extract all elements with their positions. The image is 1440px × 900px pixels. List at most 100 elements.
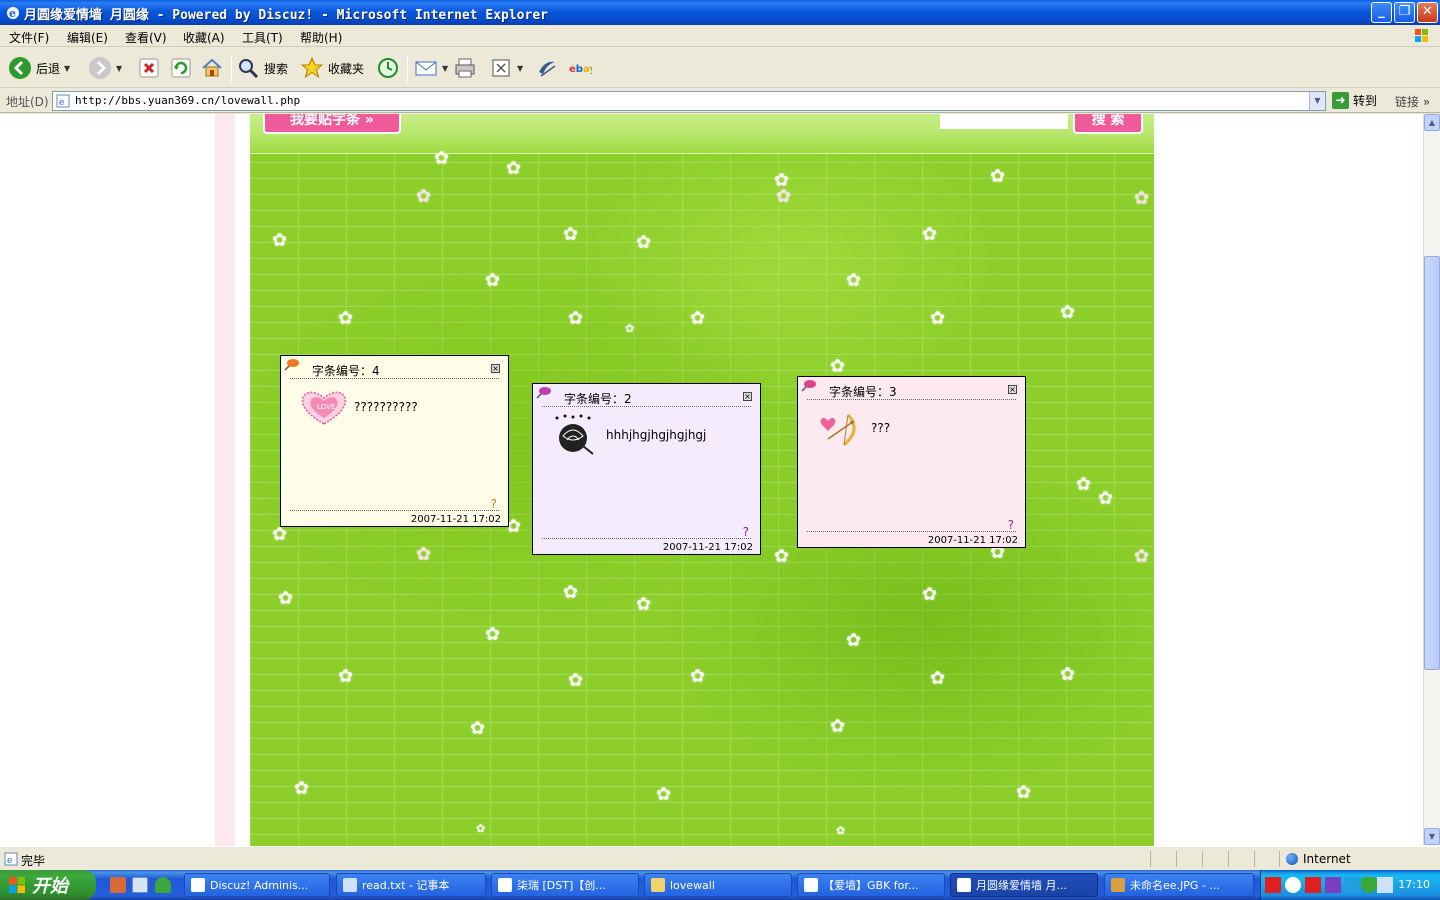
taskbar-item[interactable]: 【爱墙】GBK for... — [797, 873, 945, 897]
window-title-bar[interactable]: e 月圆缘爱情墙 月圆缘 - Powered by Discuz! - Micr… — [0, 0, 1440, 25]
quicklaunch-qq-icon[interactable] — [110, 877, 126, 893]
note-close-icon[interactable]: × — [491, 364, 500, 373]
home-button[interactable] — [200, 54, 224, 82]
globe-icon — [1286, 853, 1298, 865]
write-note-button[interactable]: 我要贴字条 » — [263, 114, 401, 134]
status-separator — [1228, 851, 1229, 867]
tray-expand-icon[interactable] — [1285, 877, 1301, 893]
address-url[interactable]: http://bbs.yuan369.cn/lovewall.php — [75, 94, 300, 107]
taskbar-item-label: 未命名ee.JPG - ... — [1130, 879, 1220, 892]
ie-icon — [804, 878, 818, 892]
tray-network-icon[interactable] — [1345, 877, 1361, 893]
taskbar-item[interactable]: lovewall — [644, 873, 792, 897]
note-date: 2007-11-21 17:02 — [927, 535, 1018, 546]
links-button[interactable]: 链接 » — [1395, 93, 1430, 110]
vertical-scrollbar[interactable]: ▲ ▼ — [1423, 114, 1440, 846]
note-title: 字条编号：4 — [312, 364, 380, 378]
note-close-icon[interactable]: × — [743, 392, 752, 401]
back-dropdown-icon[interactable]: ▼ — [64, 64, 70, 73]
taskbar-item-active[interactable]: 月圆缘爱情墙 月... — [950, 873, 1098, 897]
taskbar-item[interactable]: read.txt - 记事本 — [336, 873, 486, 897]
print-button[interactable] — [453, 54, 477, 82]
menu-favorites[interactable]: 收藏(A) — [183, 29, 225, 46]
flower-decoration: ✿ — [1076, 474, 1092, 495]
forward-button[interactable]: ▼ — [88, 54, 122, 82]
heart-love-icon: LOVE — [301, 391, 347, 425]
menu-view[interactable]: 查看(V) — [125, 29, 167, 46]
scroll-up-icon[interactable]: ▲ — [1424, 114, 1440, 131]
menu-edit[interactable]: 编辑(E) — [67, 29, 108, 46]
address-dropdown-icon[interactable]: ▼ — [1309, 92, 1325, 110]
mail-dropdown-icon[interactable]: ▼ — [442, 64, 448, 73]
love-note[interactable]: 字条编号：3 × ??? ? 2007-11-21 17:02 — [797, 376, 1026, 548]
tray-s-icon[interactable] — [1305, 877, 1321, 893]
menu-help[interactable]: 帮助(H) — [300, 29, 342, 46]
tray-monitor-icon[interactable] — [1377, 877, 1393, 893]
history-icon — [378, 58, 398, 78]
wall-search-input[interactable] — [940, 114, 1068, 129]
ebay-button[interactable]: ebay — [568, 54, 592, 82]
flower-decoration: ✿ — [338, 666, 354, 687]
pushpin-icon — [536, 387, 551, 399]
tray-pen-icon[interactable] — [1325, 877, 1341, 893]
note-divider — [807, 531, 1016, 532]
go-arrow-icon: ➜ — [1332, 92, 1349, 109]
note-reply-link[interactable]: ? — [743, 525, 749, 539]
taskbar-item-label: 【爱墙】GBK for... — [823, 879, 919, 892]
stop-button[interactable] — [137, 54, 161, 82]
mail-button[interactable]: ▼ — [414, 54, 448, 82]
edit-dropdown-icon[interactable]: ▼ — [517, 64, 523, 73]
page-icon: e — [56, 94, 70, 108]
refresh-button[interactable] — [169, 54, 193, 82]
address-input[interactable]: e http://bbs.yuan369.cn/lovewall.php ▼ — [52, 91, 1326, 111]
note-title: 字条编号：2 — [564, 392, 632, 406]
search-button[interactable]: 搜索 — [236, 54, 288, 82]
refresh-icon — [171, 58, 191, 78]
love-note[interactable]: 字条编号：4 × LOVE ?????????? ? 2007-11-21 17… — [280, 355, 509, 527]
note-divider — [807, 399, 1016, 400]
forward-dropdown-icon[interactable]: ▼ — [116, 64, 122, 73]
ie-icon — [191, 878, 205, 892]
minimize-button[interactable]: _ — [1371, 2, 1392, 23]
messenger-icon — [539, 61, 556, 77]
note-close-icon[interactable]: × — [1008, 385, 1017, 394]
taskbar-item[interactable]: Discuz! Adminis... — [184, 873, 330, 897]
quicklaunch-desktop-icon[interactable] — [132, 877, 148, 893]
flower-decoration: ✿ — [1134, 188, 1150, 209]
tray-shield-icon[interactable] — [1361, 877, 1377, 893]
flower-decoration: ✿ — [830, 356, 846, 377]
stop-icon — [139, 58, 159, 78]
start-button[interactable]: 开始 — [0, 870, 96, 900]
svg-text:LOVE: LOVE — [317, 403, 335, 411]
restore-button[interactable]: ❐ — [1394, 2, 1415, 23]
love-note[interactable]: 字条编号：2 × hhhjhgjhgjhgjhgj ? 2007-11-21 1… — [532, 383, 761, 555]
go-button[interactable]: ➜ 转到 — [1332, 92, 1377, 109]
wall-search-button[interactable]: 搜 索 — [1073, 114, 1143, 134]
edit-button[interactable]: ▼ — [489, 54, 523, 82]
flower-decoration: ✿ — [922, 584, 938, 605]
flower-decoration: ✿ — [1060, 664, 1076, 685]
history-button[interactable] — [376, 54, 400, 82]
scroll-down-icon[interactable]: ▼ — [1424, 828, 1440, 845]
taskbar-item[interactable]: 未命名ee.JPG - ... — [1104, 873, 1254, 897]
menu-file[interactable]: 文件(F) — [9, 29, 49, 46]
quicklaunch-umbrella-icon[interactable] — [155, 877, 171, 893]
taskbar: 开始 Discuz! Adminis... read.txt - 记事本 柒瑞 … — [0, 870, 1440, 900]
tray-sogou-icon[interactable] — [1265, 877, 1281, 893]
back-button[interactable]: 后退 ▼ — [8, 54, 70, 82]
status-separator — [1150, 851, 1151, 867]
flower-decoration: ✿ — [636, 232, 652, 253]
security-zone: Internet — [1286, 852, 1351, 866]
flower-decoration: ✿ — [563, 224, 579, 245]
taskbar-item[interactable]: 柒瑞 [DST]【创... — [491, 873, 639, 897]
flower-decoration: ✿ — [338, 308, 354, 329]
favorites-button[interactable]: 收藏夹 — [300, 54, 364, 82]
close-button[interactable]: ✕ — [1417, 2, 1438, 23]
messenger-button[interactable] — [535, 54, 559, 82]
flower-decoration: ✿ — [1098, 488, 1114, 509]
scroll-thumb[interactable] — [1424, 256, 1440, 670]
note-reply-link[interactable]: ? — [491, 497, 497, 511]
ie-app-icon[interactable]: e — [5, 5, 21, 21]
menu-tools[interactable]: 工具(T) — [242, 29, 283, 46]
note-reply-link[interactable]: ? — [1008, 518, 1014, 532]
